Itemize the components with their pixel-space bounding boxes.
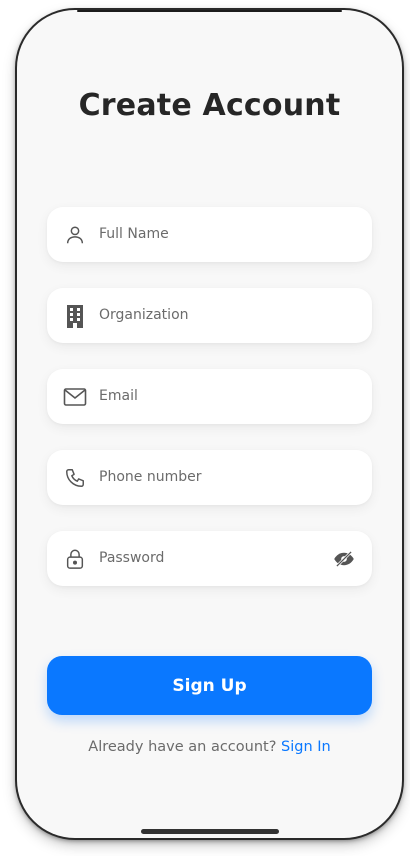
phone-frame: Create Account Full Name Organization Em…	[17, 10, 402, 838]
email-placeholder: Email	[99, 388, 138, 404]
phone-field[interactable]: Phone number	[47, 450, 372, 505]
top-bezel	[77, 10, 342, 12]
full-name-field[interactable]: Full Name	[47, 207, 372, 262]
mail-icon	[61, 383, 89, 411]
sign-in-link[interactable]: Sign In	[281, 739, 331, 755]
phone-icon	[61, 464, 89, 492]
eye-slash-icon[interactable]	[332, 547, 356, 571]
sign-in-prompt-text: Already have an account?	[88, 739, 277, 755]
email-field[interactable]: Email	[47, 369, 372, 424]
sign-up-button[interactable]: Sign Up	[47, 656, 372, 715]
full-name-placeholder: Full Name	[99, 226, 169, 242]
page-title: Create Account	[78, 88, 341, 123]
lock-icon	[61, 545, 89, 573]
sign-in-prompt: Already have an account? Sign In	[17, 739, 402, 755]
person-icon	[61, 221, 89, 249]
building-icon	[61, 302, 89, 330]
password-placeholder: Password	[99, 550, 165, 566]
phone-placeholder: Phone number	[99, 469, 202, 485]
organization-field[interactable]: Organization	[47, 288, 372, 343]
organization-placeholder: Organization	[99, 307, 189, 323]
home-indicator	[141, 829, 279, 834]
password-field[interactable]: Password	[47, 531, 372, 586]
